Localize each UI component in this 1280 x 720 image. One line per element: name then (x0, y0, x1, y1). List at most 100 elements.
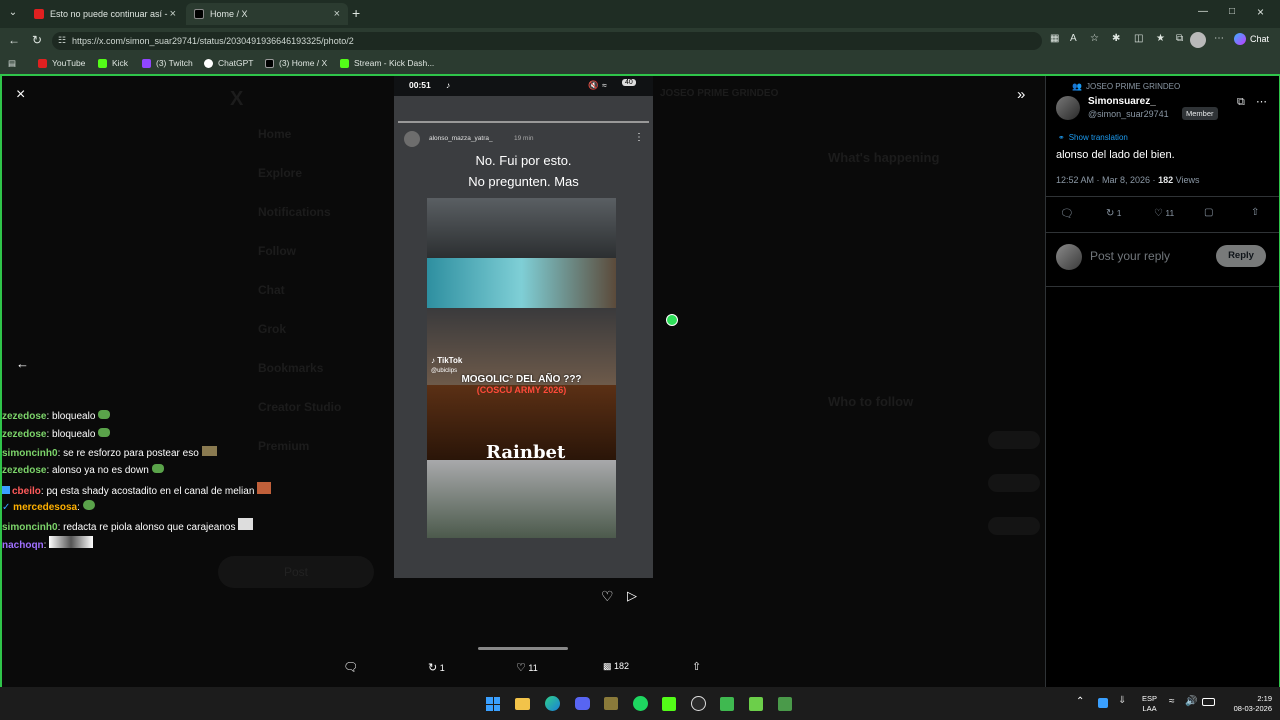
profile-avatar[interactable] (1190, 32, 1206, 48)
kick-icon[interactable] (662, 697, 676, 711)
more-options-icon[interactable]: ⋯ (1214, 33, 1224, 44)
url-field[interactable]: ☷ https://x.com/simon_suar29741/status/2… (52, 32, 1042, 50)
minimize-button[interactable]: — (1198, 6, 1208, 17)
windows-start-icon[interactable] (486, 697, 500, 711)
previous-image-icon[interactable]: ← (16, 356, 29, 371)
reply-avatar (1056, 244, 1082, 270)
bookmark-youtube[interactable]: YouTube (38, 58, 85, 68)
grok-icon[interactable]: ⧉ (1237, 96, 1245, 109)
story-screenshot-image: 00:51 ♪ 🔇 ≈ 40 alonso_mazza_yatra_ 19 mi… (394, 76, 653, 578)
wifi-icon[interactable]: ≈ (1169, 696, 1175, 707)
edge-browser-icon[interactable] (545, 696, 560, 711)
retweet-icon: ↻ (428, 662, 438, 674)
collections-icon[interactable]: ⧉ (1176, 33, 1183, 44)
bookmark-twitch[interactable]: (3) Twitch (142, 58, 193, 68)
post-divider (1046, 232, 1279, 233)
chat-message: ✓ mercedesosa: (2, 500, 95, 513)
retweet-button[interactable]: ↻ 1 (1106, 208, 1122, 219)
close-window-button[interactable]: × (1257, 5, 1264, 19)
close-tab-icon[interactable]: × (334, 8, 340, 20)
author-handle[interactable]: @simon_suar29741 (1088, 109, 1169, 119)
app-icon[interactable] (778, 697, 792, 711)
favorites-icon[interactable]: ★ (1156, 33, 1165, 44)
app-available-icon[interactable]: ▦ (1050, 33, 1059, 44)
share-icon[interactable]: ⇧ (692, 660, 701, 673)
bookmark-kick-dashboard[interactable]: Stream - Kick Dash... (340, 58, 434, 68)
reply-button[interactable]: Reply (1216, 245, 1266, 267)
share-icon[interactable]: ⇧ (1251, 207, 1259, 218)
volume-icon[interactable]: 🔊 (1185, 696, 1197, 707)
show-translation-link[interactable]: ⚭ Show translation (1058, 133, 1128, 142)
refresh-icon[interactable]: ↻ (32, 33, 42, 47)
battery-icon[interactable] (1202, 698, 1215, 706)
favorite-star-icon[interactable]: ☆ (1090, 33, 1099, 44)
chat-text: : (43, 540, 47, 551)
maximize-button[interactable]: □ (1229, 6, 1235, 17)
obs-icon[interactable] (691, 696, 706, 711)
tray-usb-icon[interactable]: ⇓ (1118, 695, 1126, 706)
close-tab-icon[interactable]: × (170, 8, 176, 20)
language-indicator[interactable]: ESP LAA (1142, 694, 1157, 714)
like-story-icon[interactable]: ♡ (601, 588, 614, 605)
new-tab-button[interactable]: + (352, 5, 360, 21)
copilot-chat-button[interactable]: Chat (1234, 33, 1269, 45)
chat-username: simoncinh0 (2, 522, 58, 533)
author-display-name[interactable]: Simonsuarez_ (1088, 96, 1156, 107)
clock[interactable]: 2:19 08-03-2026 (1222, 694, 1272, 714)
split-screen-icon[interactable]: ◫ (1134, 33, 1143, 44)
more-options-icon[interactable]: ⋯ (1256, 95, 1267, 108)
emote-icon (151, 464, 164, 473)
app-icon[interactable] (749, 697, 763, 711)
bookmark-label: (3) Home / X (279, 58, 328, 68)
retweet-button[interactable]: ↻ 1 (428, 661, 445, 674)
spotify-icon[interactable] (633, 696, 648, 711)
reply-icon[interactable]: 🗨 (343, 660, 358, 674)
close-viewer-icon[interactable]: × (16, 86, 25, 104)
bookmark-chatgpt[interactable]: ChatGPT (204, 58, 253, 68)
bookmarks-menu-icon[interactable]: ▤ (8, 58, 16, 69)
bookmark-icon[interactable]: ▢ (1204, 207, 1213, 218)
ghost-nav-item: Grok (258, 322, 287, 336)
bookmark-kick[interactable]: Kick (98, 58, 128, 68)
language-code: ESP (1142, 694, 1158, 703)
browser-toolbar-icons: ▦ A ☆ ✱ ◫ ★ ⧉ ⋯ (1050, 32, 1230, 49)
tab-home-x[interactable]: Home / X × (186, 3, 348, 25)
reply-input[interactable]: Post your reply (1090, 249, 1170, 263)
file-explorer-icon[interactable] (515, 698, 530, 710)
chat-username: cbeilo (12, 486, 41, 497)
tab-youtube[interactable]: Esto no puede continuar así - You × (26, 3, 184, 25)
translate-icon: ⚭ (1058, 133, 1065, 142)
ghost-nav-item: Creator Studio (258, 400, 342, 414)
like-button[interactable]: ♡ 11 (516, 661, 538, 674)
x-logo-icon (265, 58, 274, 68)
retweet-icon: ↻ (1106, 208, 1115, 219)
reply-icon[interactable]: 🗨 (1060, 207, 1074, 220)
post-text: alonso del lado del bien. (1056, 149, 1175, 161)
author-avatar[interactable] (1056, 96, 1080, 120)
post-timestamp[interactable]: 12:52 AM · Mar 8, 2026 · (1056, 175, 1156, 185)
send-story-icon[interactable]: ▷ (627, 588, 637, 604)
story-avatar (404, 131, 420, 147)
chat-text: : bloquealo (46, 411, 96, 422)
chat-text: : pq esta shady acostadito en el canal d… (40, 486, 255, 497)
extensions-icon[interactable]: ✱ (1112, 33, 1120, 44)
community-label[interactable]: 👥 JOSEO PRIME GRINDEO (1072, 82, 1180, 91)
site-info-icon[interactable]: ☷ (58, 35, 66, 46)
bookmark-home-x[interactable]: (3) Home / X (265, 58, 327, 68)
app-icon[interactable] (604, 697, 618, 710)
collage-frame-5 (427, 460, 616, 538)
post-divider (1046, 196, 1279, 197)
tray-chevron-icon[interactable]: ⌃ (1076, 696, 1084, 707)
tiktok-icon: ♪ (431, 356, 435, 365)
tray-app-icon[interactable] (1098, 698, 1108, 708)
back-icon[interactable]: ← (8, 33, 20, 47)
like-button[interactable]: ♡ 11 (1154, 208, 1174, 219)
discord-icon[interactable] (575, 697, 590, 710)
tab-list-dropdown-icon[interactable]: ⌄ (6, 7, 20, 21)
collapse-panel-icon[interactable]: » (1017, 86, 1025, 103)
chat-username: simoncinh0 (2, 448, 58, 459)
read-aloud-icon[interactable]: A (1070, 33, 1077, 44)
chat-message: simoncinh0: redacta re piola alonso que … (2, 518, 254, 533)
app-icon[interactable] (720, 697, 734, 711)
views-button[interactable]: ▩ 182 (603, 661, 629, 672)
